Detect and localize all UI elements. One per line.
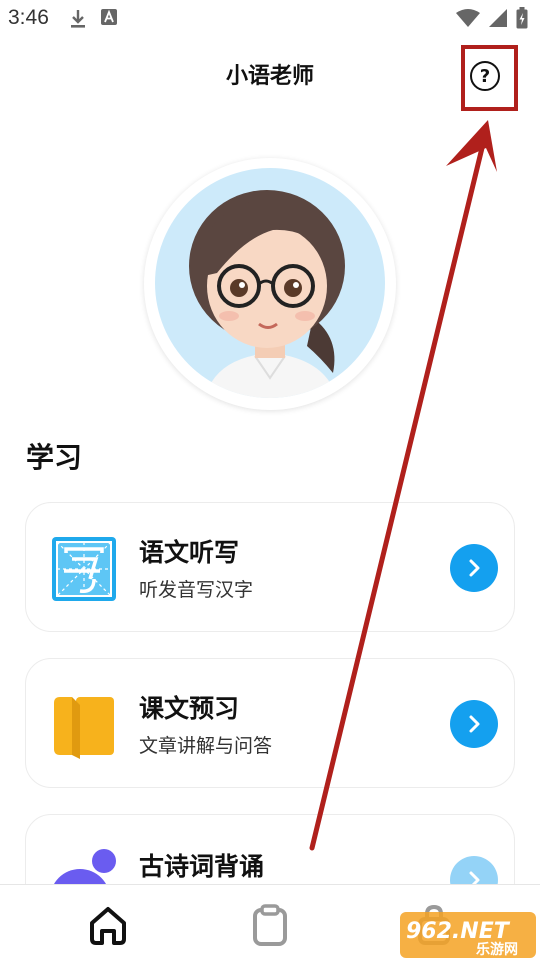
status-bar: 3:46 [0, 0, 540, 38]
card-title: 古诗词背诵 [139, 852, 265, 881]
signal-icon [489, 9, 507, 27]
annotation-highlight-box [461, 45, 518, 111]
card-title: 课文预习 [139, 694, 240, 723]
nav-home[interactable] [86, 903, 130, 947]
card-preview[interactable]: 课文预习 文章讲解与问答 [25, 658, 515, 788]
font-icon [101, 9, 117, 25]
watermark-caption: 乐游网 [476, 941, 518, 958]
nav-tasks[interactable] [248, 903, 292, 947]
page-title: 小语老师 [225, 64, 314, 89]
watermark: 962.NET 乐游网 [400, 910, 536, 958]
card-arrow-button[interactable] [450, 544, 498, 592]
section-title: 学习 [26, 441, 83, 474]
card-arrow-button[interactable] [450, 700, 498, 748]
chevron-right-icon [469, 715, 480, 733]
chevron-right-icon [469, 559, 480, 577]
status-notification-icons [68, 8, 118, 30]
home-icon [90, 907, 126, 945]
status-time: 3:46 [8, 6, 49, 29]
card-subtitle: 文章讲解与问答 [139, 735, 273, 757]
card-title: 语文听写 [139, 538, 240, 567]
watermark-logo: 962.NET [406, 919, 511, 944]
battery-icon [516, 7, 528, 29]
wifi-icon [456, 9, 480, 27]
card-dictation[interactable]: 语文听写 听发音写汉字 [25, 502, 515, 632]
book-icon [50, 691, 118, 759]
status-system-icons [456, 7, 528, 29]
download-icon [71, 10, 85, 28]
card-subtitle: 听发音写汉字 [139, 579, 254, 601]
dictation-icon [50, 535, 118, 603]
clipboard-icon [253, 904, 287, 946]
teacher-avatar [155, 168, 385, 398]
